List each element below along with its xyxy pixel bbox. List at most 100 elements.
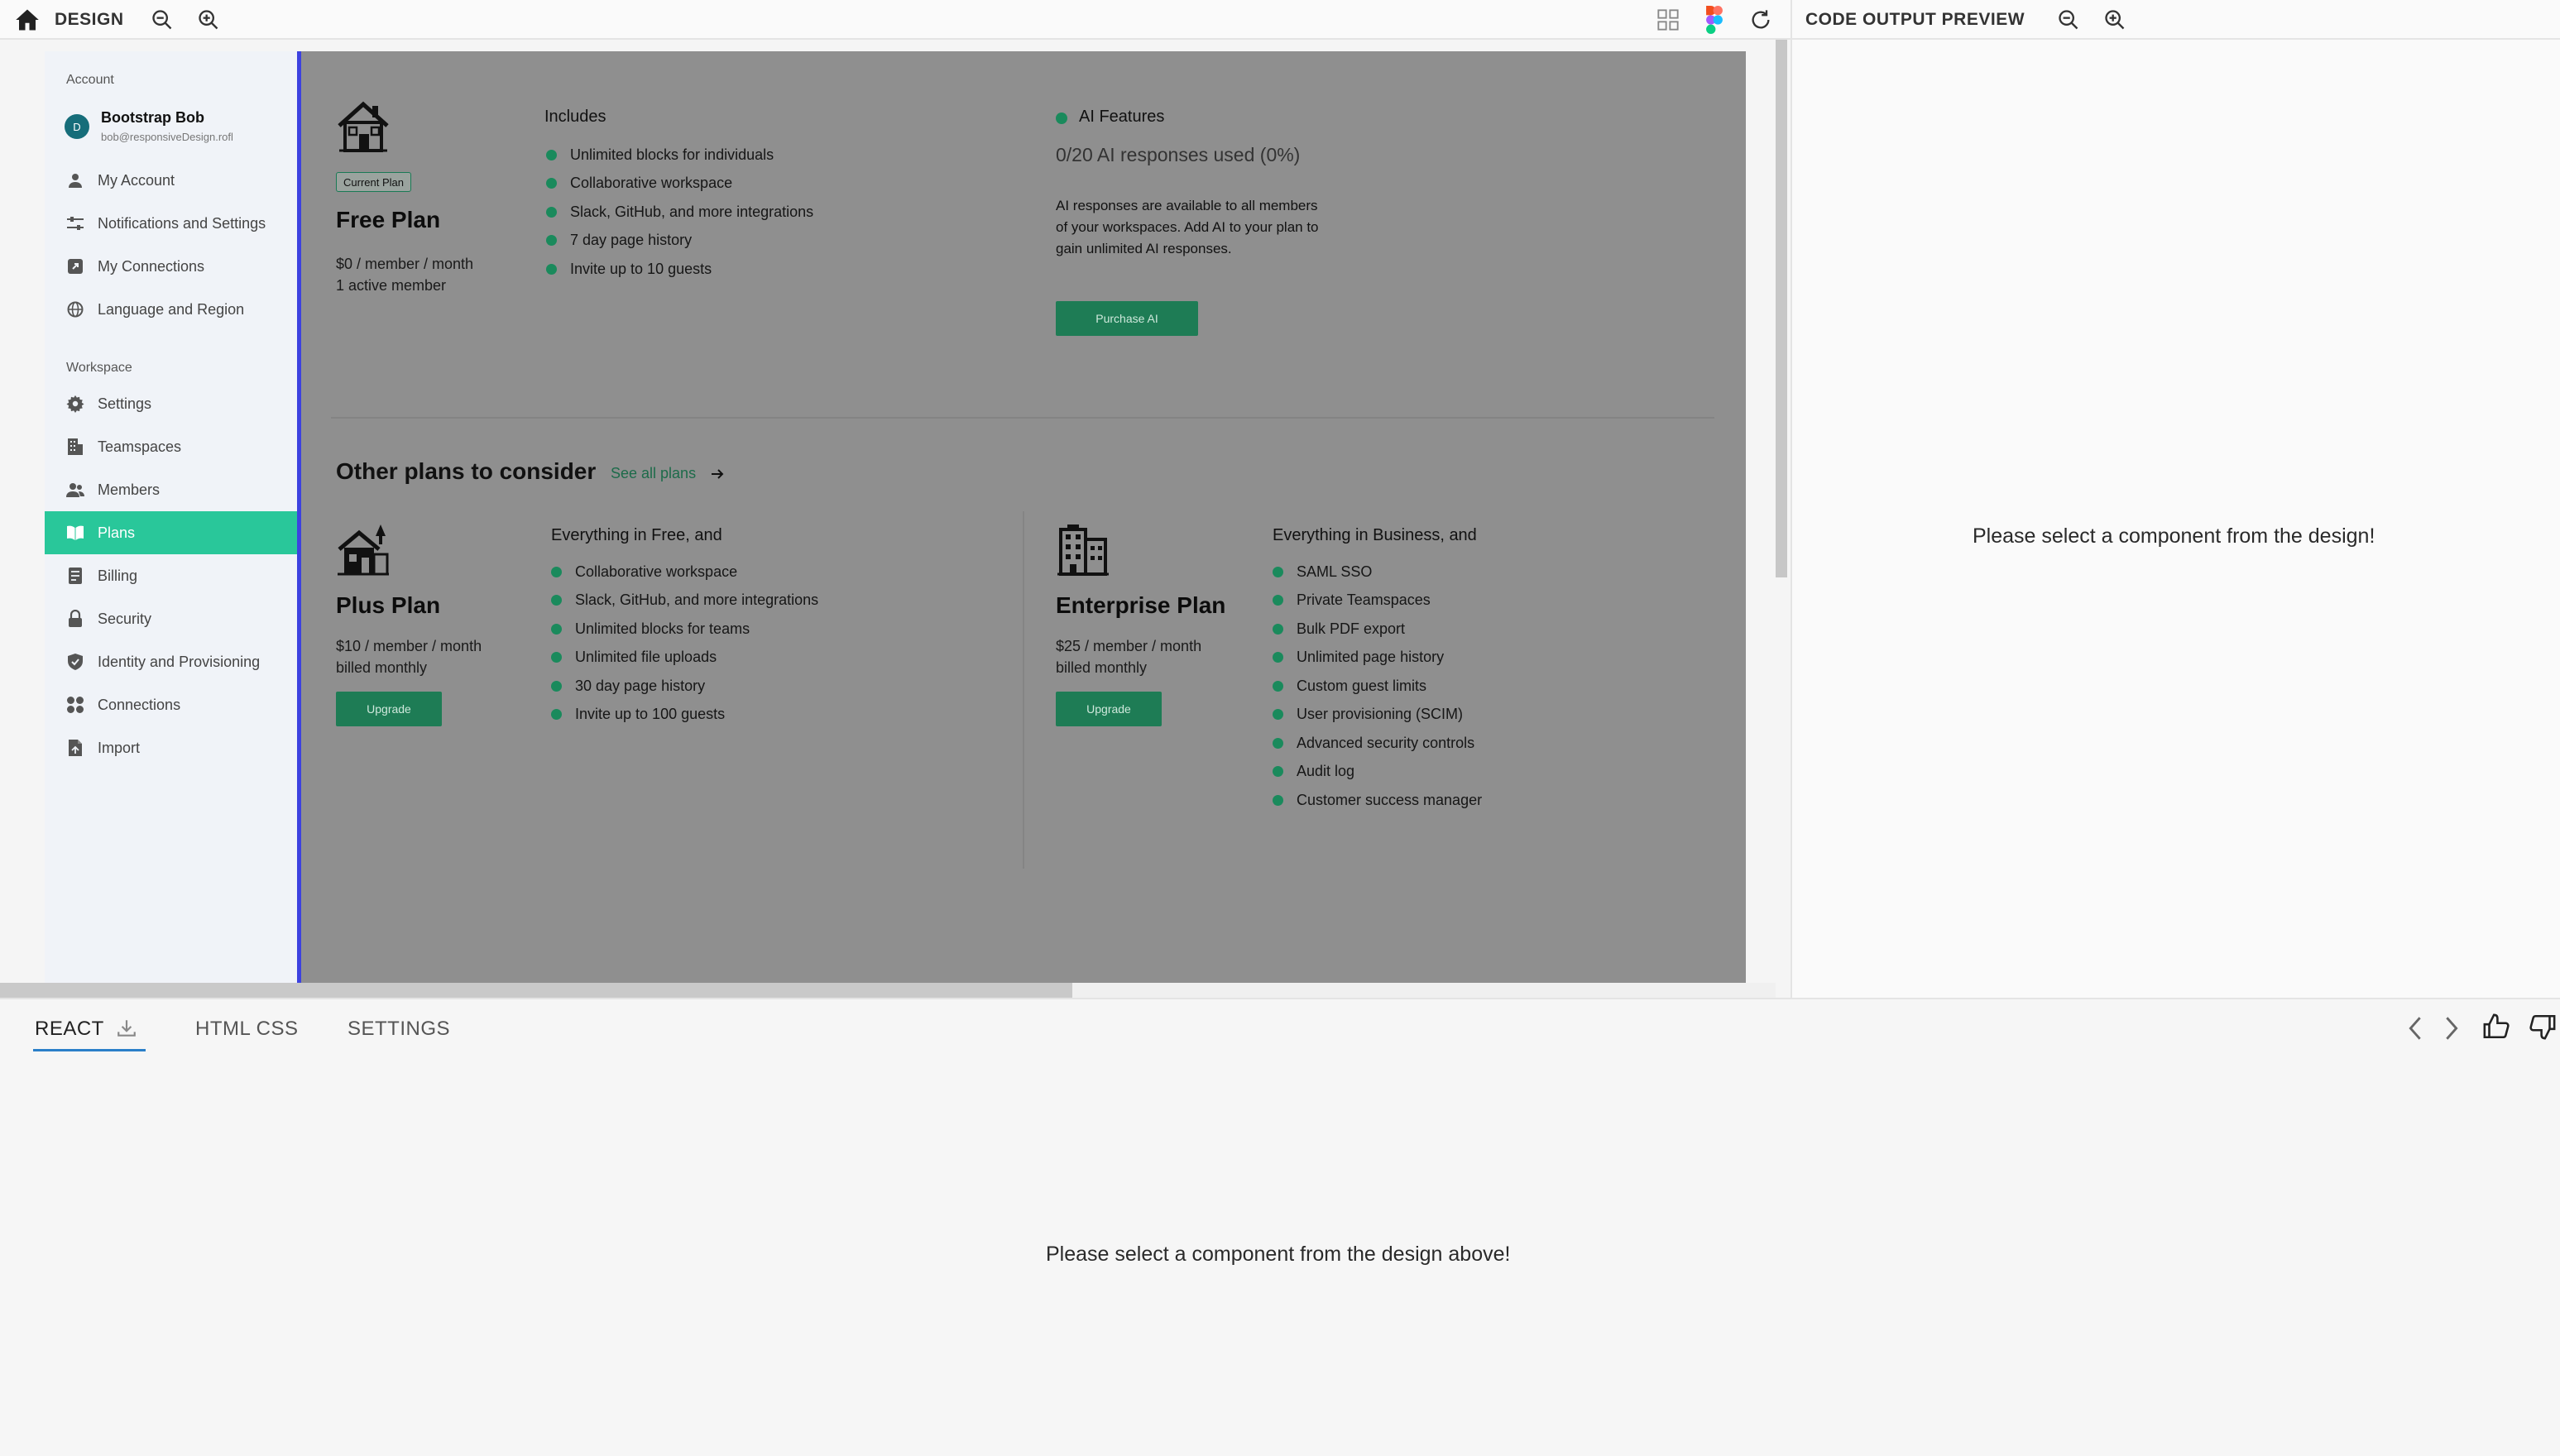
user-email: bob@responsiveDesign.rofl (101, 131, 233, 143)
check-dot-icon (1273, 595, 1283, 606)
lock-icon (66, 610, 84, 628)
upgrade-plus-button[interactable]: Upgrade (336, 692, 442, 726)
zoom-in-icon[interactable] (2103, 8, 2126, 31)
list-item: Advanced security controls (1273, 729, 1482, 758)
tab-settings[interactable]: SETTINGS (348, 1018, 450, 1041)
file-icon (66, 739, 84, 757)
other-plans-title: Other plans to consider (336, 458, 597, 484)
check-dot-icon (551, 623, 562, 635)
sidebar-item-label: Import (98, 739, 141, 756)
sidebar-item-label: Security (98, 610, 152, 627)
arrow-right-icon[interactable] (710, 467, 725, 481)
ai-description: AI responses are available to all member… (1056, 198, 1319, 256)
check-dot-icon (1273, 709, 1283, 721)
check-dot-icon (1273, 794, 1283, 806)
sidebar-item-label: Connections (98, 696, 181, 713)
sidebar-item-notifications[interactable]: Notifications and Settings (45, 202, 297, 245)
sidebar-item-label: Language and Region (98, 300, 245, 318)
sidebar-item-connections[interactable]: Connections (45, 683, 297, 726)
user-icon (66, 171, 84, 189)
list-item: 7 day page history (546, 227, 813, 256)
code-empty-message: Please select a component from the desig… (1046, 1243, 1511, 1266)
plus-plan-price: $10 / member / month (336, 638, 482, 654)
zoom-in-icon[interactable] (197, 8, 220, 31)
list-item: Invite up to 10 guests (546, 255, 813, 284)
check-dot-icon (551, 652, 562, 663)
list-item: Unlimited blocks for teams (551, 615, 818, 644)
sidebar-item-settings[interactable]: Settings (45, 382, 297, 425)
check-dot-icon (546, 263, 557, 275)
sidebar-item-my-account[interactable]: My Account (45, 159, 297, 202)
sidebar-item-language[interactable]: Language and Region (45, 288, 297, 331)
sidebar-item-identity[interactable]: Identity and Provisioning (45, 640, 297, 683)
sidebar-item-my-connections[interactable]: My Connections (45, 245, 297, 288)
list-item: Collaborative workspace (551, 558, 818, 587)
sliders-icon (66, 214, 84, 232)
zoom-out-icon[interactable] (151, 8, 174, 31)
grid-view-icon[interactable] (1656, 8, 1680, 31)
thumbs-down-icon[interactable] (2529, 1013, 2557, 1041)
code-preview-panel: Please select a component from the desig… (1791, 40, 2560, 998)
sidebar-item-security[interactable]: Security (45, 597, 297, 640)
plus-features-list: Collaborative workspace Slack, GitHub, a… (551, 558, 818, 729)
chevron-left-icon[interactable] (2404, 1014, 2426, 1042)
check-dot-icon (546, 206, 557, 218)
enterprise-features-list: SAML SSO Private Teamspaces Bulk PDF exp… (1273, 558, 1482, 815)
building-icon (66, 438, 84, 456)
enterprise-plan-price: $25 / member / month (1056, 638, 1202, 654)
enterprise-features-title: Everything in Business, and (1273, 526, 1477, 544)
design-frame[interactable]: Account D Bootstrap Bob bob@responsiveDe… (45, 51, 1746, 983)
house-icon (336, 101, 391, 154)
thumbs-up-icon[interactable] (2482, 1013, 2510, 1041)
plus-features-title: Everything in Free, and (551, 526, 722, 544)
grid-icon (66, 696, 84, 714)
horizontal-scrollbar[interactable] (0, 983, 1072, 998)
tab-react[interactable]: REACT (35, 1018, 104, 1041)
check-dot-icon (1273, 737, 1283, 749)
list-item: Invite up to 100 guests (551, 701, 818, 730)
preview-toolbar: CODE OUTPUT PREVIEW (1791, 0, 2560, 40)
list-item: Unlimited blocks for individuals (546, 141, 813, 170)
sidebar-item-import[interactable]: Import (45, 726, 297, 769)
list-item: Unlimited file uploads (551, 644, 818, 673)
check-dot-icon (1273, 623, 1283, 635)
check-dot-icon (551, 680, 562, 692)
external-link-icon (66, 257, 84, 275)
sidebar-item-teamspaces[interactable]: Teamspaces (45, 425, 297, 468)
sidebar-item-billing[interactable]: Billing (45, 554, 297, 597)
sidebar-item-label: Members (98, 481, 161, 498)
home-icon[interactable] (15, 8, 40, 31)
tab-html-css[interactable]: HTML CSS (195, 1018, 298, 1041)
active-tab-indicator (33, 1049, 146, 1051)
purchase-ai-button[interactable]: Purchase AI (1056, 301, 1198, 336)
zoom-out-icon[interactable] (2057, 8, 2080, 31)
sidebar-item-label: Teamspaces (98, 438, 182, 455)
user-name: Bootstrap Bob (101, 109, 204, 126)
preview-title: CODE OUTPUT PREVIEW (1805, 10, 2025, 29)
preview-empty-message: Please select a component from the desig… (1973, 524, 2375, 548)
figma-icon[interactable] (1704, 6, 1724, 34)
check-dot-icon (1273, 680, 1283, 692)
download-icon[interactable] (116, 1018, 137, 1039)
code-panel: REACT HTML CSS SETTINGS Please select a … (0, 998, 2560, 1456)
gear-icon (66, 395, 84, 413)
refresh-icon[interactable] (1749, 8, 1772, 31)
upgrade-enterprise-button[interactable]: Upgrade (1056, 692, 1162, 726)
sidebar-item-plans[interactable]: Plans (45, 511, 297, 554)
free-plan-members: 1 active member (336, 277, 447, 294)
check-dot-icon (551, 566, 562, 577)
check-dot-icon (546, 178, 557, 189)
sidebar-item-label: Settings (98, 395, 152, 412)
includes-list: Unlimited blocks for individuals Collabo… (546, 141, 813, 284)
list-item: 30 day page history (551, 672, 818, 701)
enterprise-plan-billing: billed monthly (1056, 659, 1148, 676)
sidebar-item-members[interactable]: Members (45, 468, 297, 511)
house-tree-icon (336, 523, 391, 577)
see-all-plans-link[interactable]: See all plans (611, 465, 696, 482)
sidebar-item-label: Notifications and Settings (98, 214, 266, 232)
vertical-scrollbar[interactable] (1776, 40, 1787, 577)
list-item: Bulk PDF export (1273, 615, 1482, 644)
chevron-right-icon[interactable] (2441, 1014, 2462, 1042)
check-dot-icon (551, 595, 562, 606)
list-item: Slack, GitHub, and more integrations (546, 198, 813, 227)
